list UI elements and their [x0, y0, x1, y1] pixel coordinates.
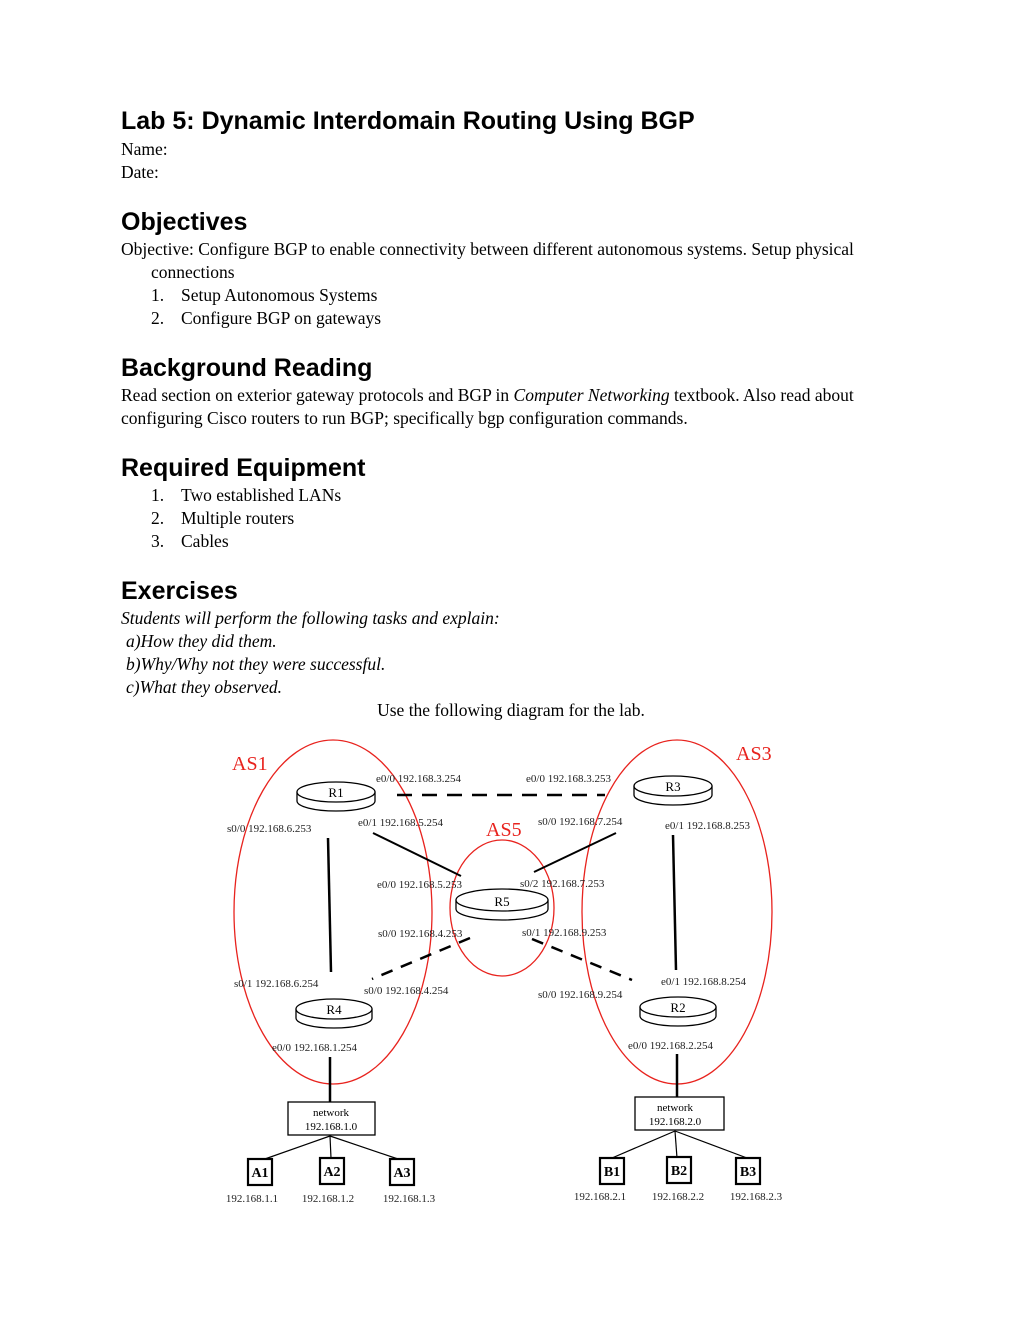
network-diagram: AS1 AS3 AS5 R1 R3 R5 R4 R2 e0/0 192.168.… — [226, 739, 783, 1205]
objectives-section: Objectives Objective: Configure BGP to e… — [121, 206, 921, 330]
router-r2: R2 — [639, 996, 717, 1027]
host-b3: B3 — [734, 1156, 762, 1186]
svg-text:A2: A2 — [323, 1165, 340, 1180]
svg-text:B3: B3 — [740, 1165, 756, 1180]
host-a1: A1 — [246, 1157, 274, 1187]
background-text: Read section on exterior gateway protoco… — [121, 385, 854, 428]
diagram-caption: Use the following diagram for the lab. — [377, 700, 645, 720]
svg-text:A3: A3 — [393, 1166, 410, 1181]
host-b2-ip: 192.168.2.2 — [652, 1191, 704, 1203]
network-left-addr: 192.168.1.0 — [305, 1121, 358, 1133]
router-r5: R5 — [455, 888, 549, 921]
link-r3-r5 — [533, 832, 617, 873]
router-r5-label: R5 — [494, 894, 509, 909]
equipment-heading: Required Equipment — [121, 454, 366, 482]
exercise-sub-a: a)How they did them. — [126, 631, 277, 651]
router-r3: R3 — [633, 775, 713, 806]
router-r1: R1 — [296, 781, 376, 812]
exercises-heading: Exercises — [121, 577, 238, 605]
exercise-sub-c: c)What they observed. — [126, 677, 282, 697]
host-a3: A3 — [388, 1157, 416, 1187]
network-right-label: network — [657, 1102, 694, 1114]
host-a3-ip: 192.168.1.3 — [383, 1193, 436, 1205]
equipment-section: Required Equipment 1. Two established LAN… — [121, 452, 921, 553]
network-box-right: network 192.168.2.0 — [634, 1096, 725, 1131]
router-r3-label: R3 — [665, 779, 680, 794]
host-a2: A2 — [318, 1156, 346, 1186]
link-r1-r4 — [326, 837, 333, 973]
document-page: Lab 5: Dynamic Interdomain Routing Using… — [121, 104, 921, 722]
list-item: 2. Multiple routers — [151, 508, 295, 528]
link-r1-r5 — [372, 832, 462, 877]
iface-r2-s00: s0/0 192.168.9.254 — [538, 989, 623, 1001]
network-box-left: network 192.168.1.0 — [287, 1101, 376, 1136]
date-label: Date: — [121, 162, 159, 182]
iface-r2-e01: e0/1 192.168.8.254 — [661, 976, 746, 988]
host-ips: 192.168.1.1 192.168.1.2 192.168.1.3 192.… — [226, 1191, 783, 1205]
list-item: 1. Two established LANs — [151, 485, 342, 505]
host-b1: B1 — [598, 1156, 626, 1186]
router-r4: R4 — [295, 998, 373, 1029]
host-b1-ip: 192.168.2.1 — [574, 1191, 626, 1203]
exercise-sub-b: b)Why/Why not they were successful. — [126, 654, 386, 674]
exercises-section: Exercises Students will perform the foll… — [121, 575, 921, 722]
iface-r4-s01: s0/1 192.168.6.254 — [234, 978, 319, 990]
document-title: Lab 5: Dynamic Interdomain Routing Using… — [121, 107, 695, 135]
iface-r1-e00: e0/0 192.168.3.254 — [376, 773, 461, 785]
iface-r1-s00: s0/0 192.168.6.253 — [227, 823, 312, 835]
host-b3-ip: 192.168.2.3 — [730, 1191, 783, 1203]
svg-text:B1: B1 — [604, 1165, 620, 1180]
router-r2-label: R2 — [670, 1000, 685, 1015]
background-heading: Background Reading — [121, 354, 373, 382]
as3-label: AS3 — [736, 743, 772, 765]
iface-r5-e00: e0/0 192.168.5.253 — [377, 879, 462, 891]
iface-r5-s01: s0/1 192.168.9.253 — [522, 927, 607, 939]
network-right-addr: 192.168.2.0 — [649, 1116, 702, 1128]
host-a1-ip: 192.168.1.1 — [226, 1193, 278, 1205]
iface-r3-s00: s0/0 192.168.7.254 — [538, 816, 623, 828]
as1-label: AS1 — [232, 753, 268, 775]
iface-r4-e00: e0/0 192.168.1.254 — [272, 1042, 357, 1054]
iface-r5-s02: s0/2 192.168.7.253 — [520, 878, 605, 890]
objectives-list: 1. Setup Autonomous Systems 2. Configure B… — [121, 284, 921, 330]
list-item: 1. Setup Autonomous Systems — [151, 285, 378, 305]
host-a2-ip: 192.168.1.2 — [302, 1193, 354, 1205]
name-label: Name: — [121, 139, 168, 159]
host-b2: B2 — [665, 1155, 693, 1185]
iface-r3-e00: e0/0 192.168.3.253 — [526, 773, 611, 785]
iface-r2-e00: e0/0 192.168.2.254 — [628, 1040, 713, 1052]
exercises-intro: Students will perform the following task… — [121, 608, 500, 628]
iface-r3-e01: e0/1 192.168.8.253 — [665, 820, 750, 832]
objectives-heading: Objectives — [121, 208, 248, 236]
router-r4-label: R4 — [326, 1002, 342, 1017]
link-r3-r2 — [671, 834, 678, 971]
as5-label: AS5 — [486, 819, 522, 841]
network-left-label: network — [313, 1107, 350, 1119]
textbook-title: Computer Networking — [513, 385, 670, 405]
iface-r5-s00: s0/0 192.168.4.253 — [378, 928, 463, 940]
iface-r1-e01: e0/1 192.168.5.254 — [358, 817, 443, 829]
equipment-list: 1. Two established LANs 2. Multiple router… — [121, 484, 921, 553]
objectives-text: Objective: Configure BGP to enable conne… — [121, 239, 854, 282]
svg-text:A1: A1 — [251, 1166, 268, 1181]
link-r5-r2 — [531, 937, 633, 982]
router-r1-label: R1 — [328, 785, 343, 800]
list-item: 3. Cables — [151, 531, 229, 551]
link-r5-r4 — [371, 936, 471, 981]
background-section: Background Reading Read section on exter… — [121, 352, 921, 430]
list-item: 2. Configure BGP on gateways — [151, 308, 382, 328]
svg-text:B2: B2 — [671, 1164, 687, 1179]
iface-r4-s00: s0/0 192.168.4.254 — [364, 985, 449, 997]
